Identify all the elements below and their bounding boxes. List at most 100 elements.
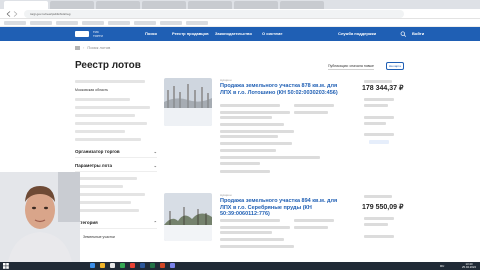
filter-section-category[interactable]: Категория ⌃ — [75, 217, 157, 229]
lot-type: Аукцион — [220, 78, 232, 82]
webcam-overlay — [0, 172, 80, 262]
sort-select[interactable]: Публикация: сначала новые — [328, 64, 374, 70]
taskbar-clock[interactable]: 13:40 25.02.2022 — [462, 263, 476, 269]
nav-sellers[interactable]: Реестр продавцов — [172, 31, 209, 36]
bookmark[interactable] — [56, 21, 78, 25]
bookmark[interactable] — [4, 21, 26, 25]
lot-detail-placeholder — [220, 226, 290, 229]
map-toggle-button[interactable]: На карте — [386, 62, 404, 70]
taskbar-app-icon[interactable] — [140, 263, 145, 268]
bookmark[interactable] — [82, 21, 104, 25]
filter-placeholder — [75, 201, 131, 204]
breadcrumb-current: Поиск лотов — [87, 45, 111, 50]
taskbar-app-icon[interactable] — [110, 263, 115, 268]
browser-tab[interactable] — [96, 1, 140, 9]
lot-detail-placeholder — [364, 98, 394, 101]
lot-detail-placeholder — [220, 162, 260, 165]
lot-detail-placeholder — [220, 238, 284, 241]
logo-text: ГИС ТОРГИ — [93, 30, 103, 38]
taskbar-app-icon[interactable] — [90, 263, 95, 268]
bookmark[interactable] — [134, 21, 156, 25]
browser-tab[interactable] — [280, 1, 324, 9]
filter-placeholder — [75, 185, 123, 188]
breadcrumb-separator-icon: › — [83, 45, 85, 50]
address-bar[interactable]: torgi.gov.ru/new/public/lots/reg — [24, 10, 404, 18]
lot-detail-placeholder — [364, 195, 392, 198]
filter-placeholder — [75, 80, 145, 83]
logo-icon[interactable] — [75, 31, 89, 37]
favorite-icon[interactable]: ♡ — [396, 203, 401, 210]
lot-detail-placeholder — [364, 104, 388, 107]
bookmark[interactable] — [30, 21, 52, 25]
bookmark[interactable] — [160, 21, 182, 25]
chevron-down-icon: ⌄ — [153, 149, 157, 154]
taskbar-app-icon[interactable] — [170, 263, 175, 268]
search-icon[interactable] — [400, 31, 407, 37]
filter-placeholder — [75, 138, 141, 141]
lot-detail-placeholder — [220, 130, 294, 133]
taskbar-app-icon[interactable] — [160, 263, 165, 268]
lot-badge — [369, 140, 389, 144]
site-header: ГИС ТОРГИ Поиск Реестр продавцов Законод… — [0, 27, 480, 41]
lot-detail-placeholder — [220, 156, 320, 159]
lot-photo[interactable] — [164, 78, 212, 126]
lot-detail-placeholder — [220, 116, 272, 119]
lot-detail-placeholder — [294, 219, 334, 222]
lot-detail-placeholder — [364, 122, 386, 125]
lot-detail-placeholder — [220, 149, 276, 152]
nav-about[interactable]: О системе — [262, 31, 282, 36]
nav-legislation[interactable]: Законодательство — [215, 31, 252, 36]
lot-photo[interactable] — [164, 193, 212, 241]
browser-tab[interactable] — [142, 1, 186, 9]
nav-arrows-icon[interactable] — [4, 11, 20, 17]
lot-detail-placeholder — [220, 170, 270, 173]
home-icon[interactable] — [75, 45, 80, 50]
favorite-icon[interactable]: ♡ — [396, 84, 401, 91]
browser-tab-strip — [0, 0, 480, 9]
bookmark[interactable] — [186, 21, 208, 25]
lot-card[interactable]: Аукцион Продажа земельного участка 878 к… — [164, 78, 410, 180]
address-bar-row: torgi.gov.ru/new/public/lots/reg — [0, 9, 480, 19]
lot-detail-placeholder — [220, 123, 284, 126]
taskbar-app-icon[interactable] — [100, 263, 105, 268]
lot-detail-placeholder — [220, 111, 290, 114]
lot-detail-placeholder — [220, 231, 272, 234]
lot-detail-placeholder — [220, 219, 280, 222]
chrome-icon[interactable] — [130, 263, 135, 268]
browser-tab[interactable] — [234, 1, 278, 9]
login-button[interactable]: Войти — [412, 31, 424, 36]
filter-placeholder — [75, 106, 150, 109]
lot-detail-placeholder — [220, 135, 278, 138]
filter-section-organizer[interactable]: Организатор торгов ⌄ — [75, 146, 157, 158]
browser-tab-active[interactable] — [4, 1, 48, 9]
bookmark[interactable] — [108, 21, 130, 25]
lot-title[interactable]: Продажа земельного участка 878 кв.м. для… — [220, 83, 340, 96]
chevron-down-icon: ⌄ — [153, 163, 157, 168]
filter-placeholder — [75, 209, 139, 212]
chevron-up-icon: ⌃ — [153, 220, 157, 225]
lot-detail-placeholder — [364, 80, 392, 83]
filter-placeholder — [75, 193, 145, 196]
lot-detail-placeholder — [364, 133, 394, 136]
browser-tab[interactable] — [50, 1, 94, 9]
taskbar-app-icon[interactable] — [150, 263, 155, 268]
nav-search[interactable]: Поиск — [145, 31, 157, 36]
filter-section-lot-params[interactable]: Параметры лота ⌄ — [75, 160, 157, 172]
lot-card[interactable]: Аукцион Продажа земельного участка 894 к… — [164, 193, 410, 262]
lot-detail-placeholder — [364, 235, 394, 238]
lot-detail-placeholder — [294, 226, 328, 229]
region-filter-value[interactable]: Московская область — [75, 88, 157, 92]
windows-start-icon[interactable] — [3, 263, 9, 269]
category-checkbox-row[interactable]: Земельные участки — [75, 234, 157, 239]
presenter-image — [0, 172, 80, 262]
page-title: Реестр лотов — [75, 60, 141, 71]
taskbar-app-icon[interactable] — [120, 263, 125, 268]
filter-placeholder — [75, 122, 147, 125]
lot-title[interactable]: Продажа земельного участка 894 кв.м. для… — [220, 198, 340, 218]
lot-type: Аукцион — [220, 193, 232, 197]
browser-tab[interactable] — [188, 1, 232, 9]
language-indicator[interactable]: RU — [440, 264, 444, 268]
lot-detail-placeholder — [294, 104, 334, 107]
filter-placeholder — [75, 177, 137, 180]
support-link[interactable]: Служба поддержки — [338, 31, 376, 36]
